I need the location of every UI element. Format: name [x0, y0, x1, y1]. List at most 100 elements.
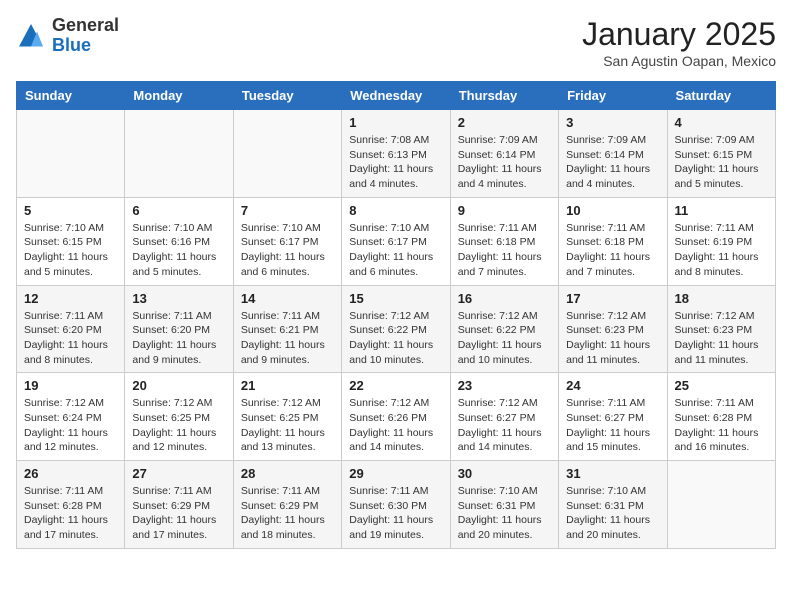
- day-info: Sunrise: 7:10 AMSunset: 6:31 PMDaylight:…: [566, 484, 659, 543]
- calendar-cell: 1 Sunrise: 7:08 AMSunset: 6:13 PMDaylight…: [342, 110, 450, 198]
- calendar-body: 1 Sunrise: 7:08 AMSunset: 6:13 PMDaylight…: [17, 110, 776, 549]
- day-number: 28: [241, 466, 334, 481]
- day-info: Sunrise: 7:12 AMSunset: 6:26 PMDaylight:…: [349, 396, 442, 455]
- page-header: General Blue January 2025 San Agustin Oa…: [16, 16, 776, 69]
- weekday-header-sunday: Sunday: [17, 82, 125, 110]
- weekday-header-tuesday: Tuesday: [233, 82, 341, 110]
- calendar-cell: 19Sunrise: 7:12 AMSunset: 6:24 PMDayligh…: [17, 373, 125, 461]
- calendar-cell: 21 Sunrise: 7:12 AMSunset: 6:25 PMDayligh…: [233, 373, 341, 461]
- day-info: Sunrise: 7:12 AMSunset: 6:27 PMDaylight:…: [458, 396, 551, 455]
- calendar-cell: 22 Sunrise: 7:12 AMSunset: 6:26 PMDayligh…: [342, 373, 450, 461]
- logo-general-text: General: [52, 15, 119, 35]
- calendar-week-1: 1 Sunrise: 7:08 AMSunset: 6:13 PMDaylight…: [17, 110, 776, 198]
- day-info: Sunrise: 7:10 AMSunset: 6:17 PMDaylight:…: [349, 221, 442, 280]
- calendar-cell: 9 Sunrise: 7:11 AMSunset: 6:18 PMDaylight…: [450, 197, 558, 285]
- weekday-header-friday: Friday: [559, 82, 667, 110]
- title-block: January 2025 San Agustin Oapan, Mexico: [582, 16, 776, 69]
- day-number: 18: [675, 291, 768, 306]
- calendar-cell: 7 Sunrise: 7:10 AMSunset: 6:17 PMDaylight…: [233, 197, 341, 285]
- day-info: Sunrise: 7:10 AMSunset: 6:15 PMDaylight:…: [24, 221, 117, 280]
- day-number: 15: [349, 291, 442, 306]
- calendar-week-4: 19Sunrise: 7:12 AMSunset: 6:24 PMDayligh…: [17, 373, 776, 461]
- calendar-cell: 13 Sunrise: 7:11 AMSunset: 6:20 PMDayligh…: [125, 285, 233, 373]
- calendar-cell: 29Sunrise: 7:11 AMSunset: 6:30 PMDayligh…: [342, 461, 450, 549]
- day-number: 26: [24, 466, 117, 481]
- day-number: 21: [241, 378, 334, 393]
- day-number: 25: [675, 378, 768, 393]
- day-number: 4: [675, 115, 768, 130]
- calendar-cell: 23Sunrise: 7:12 AMSunset: 6:27 PMDayligh…: [450, 373, 558, 461]
- calendar-cell: 20 Sunrise: 7:12 AMSunset: 6:25 PMDayligh…: [125, 373, 233, 461]
- calendar-cell: 4 Sunrise: 7:09 AMSunset: 6:15 PMDaylight…: [667, 110, 775, 198]
- day-number: 16: [458, 291, 551, 306]
- calendar-cell: 12 Sunrise: 7:11 AMSunset: 6:20 PMDayligh…: [17, 285, 125, 373]
- weekday-header-thursday: Thursday: [450, 82, 558, 110]
- calendar-cell: 25 Sunrise: 7:11 AMSunset: 6:28 PMDayligh…: [667, 373, 775, 461]
- day-info: Sunrise: 7:11 AMSunset: 6:18 PMDaylight:…: [458, 221, 551, 280]
- day-info: Sunrise: 7:12 AMSunset: 6:25 PMDaylight:…: [132, 396, 225, 455]
- day-info: Sunrise: 7:11 AMSunset: 6:30 PMDaylight:…: [349, 484, 442, 543]
- calendar-cell: 6 Sunrise: 7:10 AMSunset: 6:16 PMDaylight…: [125, 197, 233, 285]
- logo-text: General Blue: [52, 16, 119, 56]
- day-number: 2: [458, 115, 551, 130]
- calendar-cell: [125, 110, 233, 198]
- day-number: 8: [349, 203, 442, 218]
- calendar-cell: 30Sunrise: 7:10 AMSunset: 6:31 PMDayligh…: [450, 461, 558, 549]
- calendar-cell: 28Sunrise: 7:11 AMSunset: 6:29 PMDayligh…: [233, 461, 341, 549]
- day-info: Sunrise: 7:11 AMSunset: 6:28 PMDaylight:…: [24, 484, 117, 543]
- month-title: January 2025: [582, 16, 776, 53]
- day-info: Sunrise: 7:09 AMSunset: 6:15 PMDaylight:…: [675, 133, 768, 192]
- day-number: 31: [566, 466, 659, 481]
- day-number: 5: [24, 203, 117, 218]
- day-number: 9: [458, 203, 551, 218]
- day-info: Sunrise: 7:12 AMSunset: 6:22 PMDaylight:…: [458, 309, 551, 368]
- day-number: 7: [241, 203, 334, 218]
- calendar-week-5: 26 Sunrise: 7:11 AMSunset: 6:28 PMDayligh…: [17, 461, 776, 549]
- calendar-cell: [667, 461, 775, 549]
- logo-blue-text: Blue: [52, 35, 91, 55]
- calendar-cell: 18 Sunrise: 7:12 AMSunset: 6:23 PMDayligh…: [667, 285, 775, 373]
- calendar-week-3: 12 Sunrise: 7:11 AMSunset: 6:20 PMDayligh…: [17, 285, 776, 373]
- calendar-cell: [233, 110, 341, 198]
- calendar-header: SundayMondayTuesdayWednesdayThursdayFrid…: [17, 82, 776, 110]
- day-number: 6: [132, 203, 225, 218]
- day-number: 17: [566, 291, 659, 306]
- weekday-header-wednesday: Wednesday: [342, 82, 450, 110]
- calendar-cell: [17, 110, 125, 198]
- day-info: Sunrise: 7:12 AMSunset: 6:23 PMDaylight:…: [566, 309, 659, 368]
- calendar-week-2: 5 Sunrise: 7:10 AMSunset: 6:15 PMDaylight…: [17, 197, 776, 285]
- day-number: 20: [132, 378, 225, 393]
- calendar-cell: 17 Sunrise: 7:12 AMSunset: 6:23 PMDayligh…: [559, 285, 667, 373]
- calendar-cell: 10Sunrise: 7:11 AMSunset: 6:18 PMDayligh…: [559, 197, 667, 285]
- calendar-cell: 16 Sunrise: 7:12 AMSunset: 6:22 PMDayligh…: [450, 285, 558, 373]
- day-info: Sunrise: 7:12 AMSunset: 6:23 PMDaylight:…: [675, 309, 768, 368]
- day-info: Sunrise: 7:11 AMSunset: 6:21 PMDaylight:…: [241, 309, 334, 368]
- day-info: Sunrise: 7:11 AMSunset: 6:20 PMDaylight:…: [24, 309, 117, 368]
- calendar-cell: 14Sunrise: 7:11 AMSunset: 6:21 PMDayligh…: [233, 285, 341, 373]
- calendar-cell: 15Sunrise: 7:12 AMSunset: 6:22 PMDayligh…: [342, 285, 450, 373]
- day-info: Sunrise: 7:10 AMSunset: 6:17 PMDaylight:…: [241, 221, 334, 280]
- weekday-header-monday: Monday: [125, 82, 233, 110]
- day-number: 22: [349, 378, 442, 393]
- day-info: Sunrise: 7:11 AMSunset: 6:20 PMDaylight:…: [132, 309, 225, 368]
- day-info: Sunrise: 7:09 AMSunset: 6:14 PMDaylight:…: [566, 133, 659, 192]
- day-number: 11: [675, 203, 768, 218]
- calendar-cell: 11Sunrise: 7:11 AMSunset: 6:19 PMDayligh…: [667, 197, 775, 285]
- day-info: Sunrise: 7:12 AMSunset: 6:25 PMDaylight:…: [241, 396, 334, 455]
- day-number: 10: [566, 203, 659, 218]
- day-info: Sunrise: 7:11 AMSunset: 6:27 PMDaylight:…: [566, 396, 659, 455]
- calendar-cell: 27Sunrise: 7:11 AMSunset: 6:29 PMDayligh…: [125, 461, 233, 549]
- day-info: Sunrise: 7:10 AMSunset: 6:16 PMDaylight:…: [132, 221, 225, 280]
- logo: General Blue: [16, 16, 119, 56]
- day-number: 1: [349, 115, 442, 130]
- day-number: 3: [566, 115, 659, 130]
- day-info: Sunrise: 7:10 AMSunset: 6:31 PMDaylight:…: [458, 484, 551, 543]
- calendar-cell: 2Sunrise: 7:09 AMSunset: 6:14 PMDaylight…: [450, 110, 558, 198]
- day-info: Sunrise: 7:11 AMSunset: 6:28 PMDaylight:…: [675, 396, 768, 455]
- day-number: 24: [566, 378, 659, 393]
- day-number: 13: [132, 291, 225, 306]
- day-number: 12: [24, 291, 117, 306]
- day-number: 27: [132, 466, 225, 481]
- calendar-cell: 24 Sunrise: 7:11 AMSunset: 6:27 PMDayligh…: [559, 373, 667, 461]
- day-info: Sunrise: 7:08 AMSunset: 6:13 PMDaylight:…: [349, 133, 442, 192]
